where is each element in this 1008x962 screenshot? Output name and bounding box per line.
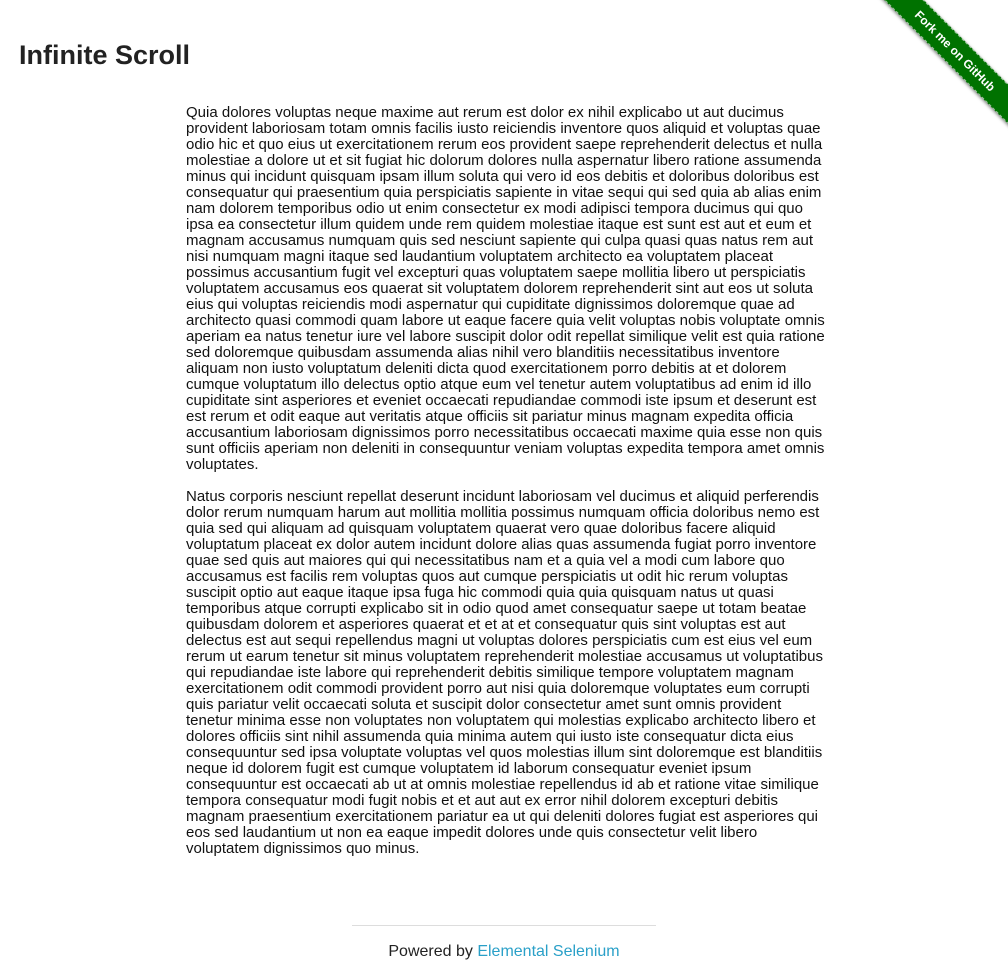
footer-divider bbox=[352, 925, 656, 926]
scroll-paragraph-2: Natus corporis nesciunt repellat deserun… bbox=[186, 488, 823, 857]
github-ribbon-container: Fork me on GitHub bbox=[859, 0, 1008, 149]
page-title: Infinite Scroll bbox=[19, 40, 191, 70]
footer-powered-by-text: Powered by bbox=[388, 943, 478, 960]
infinite-scroll-content[interactable]: Quia dolores voluptas neque maxime aut r… bbox=[186, 105, 826, 873]
page-footer: Powered by Elemental Selenium bbox=[352, 942, 656, 962]
scroll-paragraph-1: Quia dolores voluptas neque maxime aut r… bbox=[186, 104, 825, 473]
elemental-selenium-link[interactable]: Elemental Selenium bbox=[477, 943, 619, 960]
fork-me-on-github-link[interactable]: Fork me on GitHub bbox=[874, 0, 1008, 132]
